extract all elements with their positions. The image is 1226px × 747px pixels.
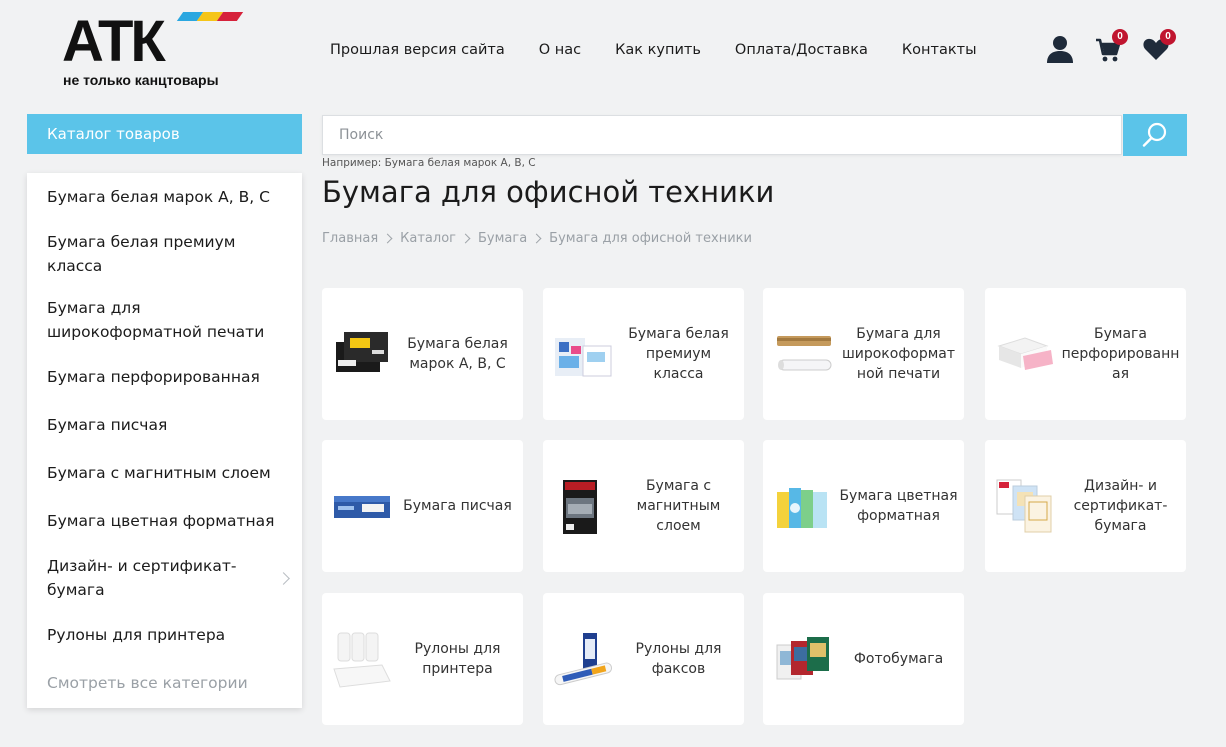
category-card-label: Фотобумага [853, 651, 944, 667]
category-card-label: Бумага с магнитным слоем [636, 478, 721, 534]
search-button[interactable] [1123, 114, 1187, 156]
category-card-label: Бумага белая марок A, B, C [407, 336, 508, 372]
category-card-colored-paper[interactable]: Бумага цветная форматная [763, 440, 964, 572]
search-hint: Например: Бумага белая марок A, B, C [322, 157, 536, 169]
chevron-right-icon [531, 233, 542, 244]
breadcrumb-catalog[interactable]: Каталог [400, 231, 456, 246]
breadcrumb-current: Бумага для офисной техники [549, 231, 752, 246]
logo-stripes [176, 12, 244, 22]
category-card-printer-rolls[interactable]: Рулоны для принтера [322, 593, 523, 725]
product-thumbnail [332, 629, 394, 689]
category-card-perforated-paper[interactable]: Бумага перфорированная [985, 288, 1186, 420]
category-card-premium-paper[interactable]: Бумага белая премиум класса [543, 288, 744, 420]
search-input[interactable]: Поиск [322, 115, 1122, 155]
category-card-fax-rolls[interactable]: Рулоны для факсов [543, 593, 744, 725]
sidebar-item-wide-format-paper[interactable]: Бумага для широкоформатной печати [47, 296, 287, 344]
category-card-photo-paper[interactable]: Фотобумага [763, 593, 964, 725]
category-card-label: Рулоны для факсов [635, 641, 722, 677]
sidebar-item-design-paper[interactable]: Дизайн- и сертификат-бумага [47, 554, 287, 602]
sidebar-item-magnetic-paper[interactable]: Бумага с магнитным слоем [47, 461, 287, 485]
product-thumbnail [553, 324, 615, 384]
product-thumbnail [995, 324, 1057, 384]
nav-link-about[interactable]: О нас [539, 40, 581, 60]
product-thumbnail [332, 476, 394, 536]
category-sidebar: Бумага белая марок A, B, C Бумага белая … [27, 173, 302, 708]
category-card-label: Бумага перфорированная [1061, 326, 1180, 382]
product-thumbnail [553, 476, 615, 536]
category-card-wide-format-paper[interactable]: Бумага для широкоформатной печати [763, 288, 964, 420]
cart-button[interactable]: 0 [1094, 29, 1128, 64]
category-card-label: Рулоны для принтера [414, 641, 501, 677]
product-thumbnail [332, 324, 394, 384]
sidebar-item-premium-paper[interactable]: Бумага белая премиум класса [47, 230, 287, 278]
page-title: Бумага для офисной техники [322, 175, 775, 209]
category-card-label: Дизайн- и сертификат-бумага [1073, 478, 1168, 534]
sidebar-item-perforated-paper[interactable]: Бумага перфорированная [47, 365, 287, 389]
site-logo[interactable]: АТК не только канцтовары [62, 9, 244, 90]
product-thumbnail [773, 476, 835, 536]
sidebar-item-printer-rolls[interactable]: Рулоны для принтера [47, 623, 287, 647]
product-thumbnail [553, 629, 615, 689]
category-card-label: Бумага писчая [403, 498, 512, 514]
logo-subtitle: не только канцтовары [63, 72, 219, 88]
catalog-button[interactable]: Каталог товаров [27, 114, 302, 154]
sidebar-item-writing-paper[interactable]: Бумага писчая [47, 413, 287, 437]
product-thumbnail [773, 324, 835, 384]
nav-link-contacts[interactable]: Контакты [902, 40, 977, 60]
nav-link-old-site[interactable]: Прошлая версия сайта [330, 40, 505, 60]
category-card-label: Бумага цветная форматная [839, 488, 958, 524]
breadcrumb-home[interactable]: Главная [322, 231, 378, 246]
cart-count-badge: 0 [1112, 29, 1128, 45]
sidebar-item-white-paper-abc[interactable]: Бумага белая марок A, B, C [47, 185, 287, 209]
search-icon [1142, 122, 1167, 147]
nav-link-how-to-buy[interactable]: Как купить [615, 40, 701, 60]
favorites-count-badge: 0 [1160, 29, 1176, 45]
breadcrumb-paper[interactable]: Бумага [478, 231, 527, 246]
chevron-right-icon [382, 233, 393, 244]
category-card-label: Бумага белая премиум класса [628, 326, 729, 382]
nav-link-payment-delivery[interactable]: Оплата/Доставка [735, 40, 868, 60]
logo-text: АТК [62, 9, 166, 74]
breadcrumb: Главная Каталог Бумага Бумага для офисно… [322, 231, 752, 246]
category-card-design-paper[interactable]: Дизайн- и сертификат-бумага [985, 440, 1186, 572]
category-card-writing-paper[interactable]: Бумага писчая [322, 440, 523, 572]
product-thumbnail [773, 629, 835, 689]
user-icon[interactable] [1046, 34, 1076, 64]
top-nav: Прошлая версия сайта О нас Как купить Оп… [330, 40, 1011, 60]
sidebar-see-all-link[interactable]: Смотреть все категории [47, 671, 287, 695]
category-card-white-paper-abc[interactable]: Бумага белая марок A, B, C [322, 288, 523, 420]
category-card-magnetic-paper[interactable]: Бумага с магнитным слоем [543, 440, 744, 572]
category-card-label: Бумага для широкоформатной печати [841, 326, 956, 382]
product-thumbnail [995, 476, 1057, 536]
favorites-button[interactable]: 0 [1142, 29, 1176, 64]
chevron-right-icon [460, 233, 471, 244]
sidebar-item-colored-paper[interactable]: Бумага цветная форматная [47, 509, 287, 533]
